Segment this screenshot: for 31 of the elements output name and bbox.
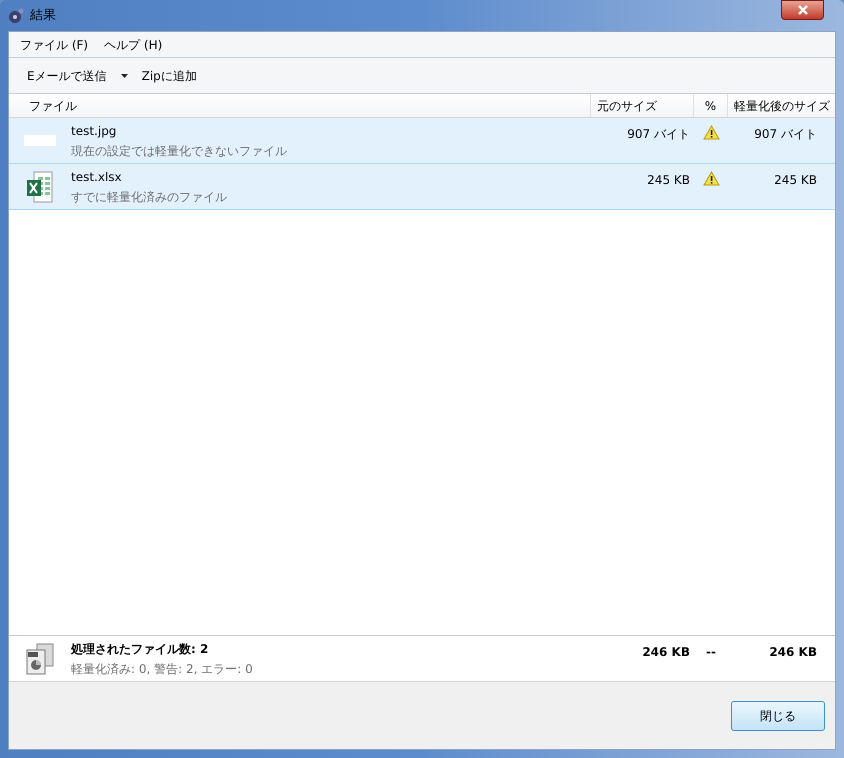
menu-item[interactable]: ファイル (F)	[19, 36, 90, 54]
file-name: test.jpg	[71, 122, 118, 140]
total-percent: --	[705, 644, 717, 661]
file-row[interactable]: test.jpg 現在の設定では軽量化できないファイル 907 バイト 907 バイト	[9, 118, 835, 164]
spreadsheet-icon	[26, 170, 54, 202]
close-icon	[796, 5, 808, 15]
summary-detail: 軽量化済み: 0, 警告: 2, エラー: 0	[71, 660, 253, 678]
original-size: 907 バイト	[626, 126, 691, 143]
compressed-size: 907 バイト	[753, 126, 818, 143]
file-row[interactable]: test.xlsx すでに軽量化済みのファイル 245 KB 245 KB	[9, 164, 835, 210]
blank-thumbnail	[24, 135, 56, 146]
total-compressed-size: 246 KB	[768, 644, 818, 661]
app-icon	[8, 8, 24, 24]
close-dialog-button[interactable]: 閉じる	[731, 700, 825, 730]
column-header[interactable]: 元のサイズ	[591, 94, 694, 117]
window-title: 結果	[30, 6, 56, 25]
column-header[interactable]: 軽量化後のサイズ	[728, 94, 835, 117]
summary-title: 処理されたファイル数: 2	[71, 640, 210, 658]
compressed-size: 245 KB	[773, 172, 818, 189]
original-size: 245 KB	[646, 172, 691, 189]
total-original-size: 246 KB	[641, 644, 691, 661]
toolbar-button[interactable]: Zipに追加	[142, 66, 197, 84]
menu-item[interactable]: ヘルプ (H)	[103, 36, 164, 54]
file-note: 現在の設定では軽量化できないファイル	[71, 142, 287, 160]
column-header[interactable]: %	[694, 94, 728, 117]
column-header[interactable]: ファイル	[9, 94, 591, 117]
file-note: すでに軽量化済みのファイル	[71, 188, 227, 206]
documents-icon	[25, 642, 55, 676]
close-button[interactable]	[781, 0, 824, 20]
file-name: test.xlsx	[71, 168, 123, 186]
toolbar-button[interactable]: Eメールで送信	[27, 66, 128, 84]
